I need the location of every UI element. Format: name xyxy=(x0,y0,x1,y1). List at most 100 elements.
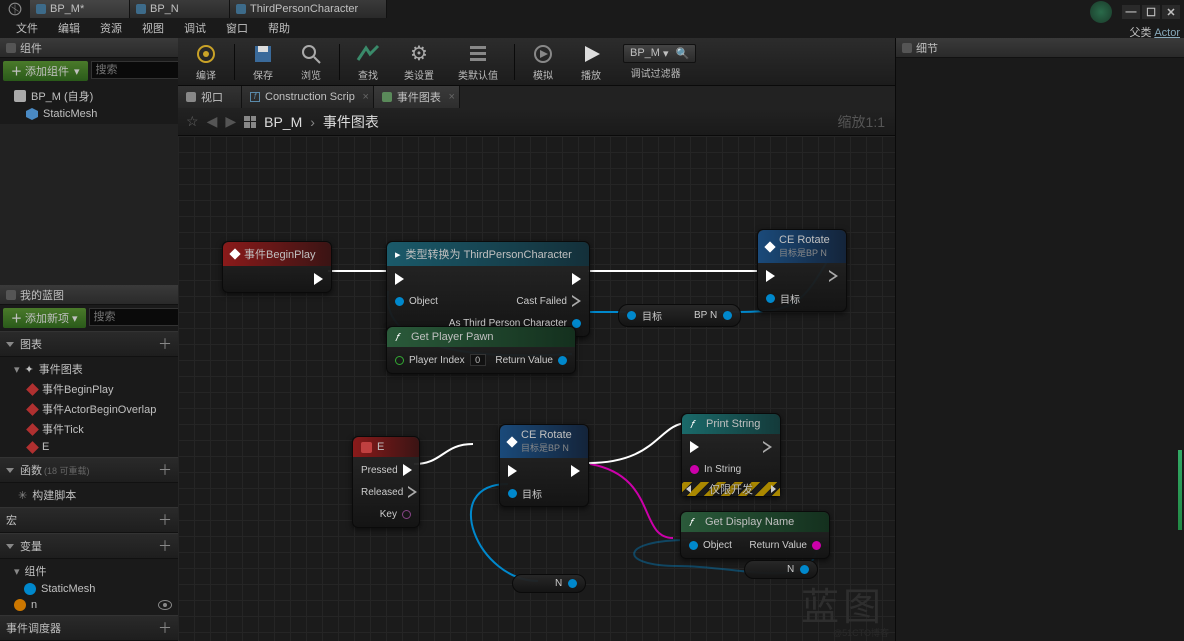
node-begin-play[interactable]: 事件BeginPlay xyxy=(222,241,332,293)
close-icon[interactable]: × xyxy=(362,91,368,103)
add-macro-button[interactable]: ＋ xyxy=(158,510,172,530)
var-n[interactable]: n xyxy=(0,597,178,613)
menu-asset[interactable]: 资源 xyxy=(90,18,132,38)
add-component-button[interactable]: ＋添加组件▾ xyxy=(3,61,88,81)
add-new-button[interactable]: ＋添加新项▾ xyxy=(3,308,86,328)
event-e[interactable]: E xyxy=(0,439,178,455)
browse-button[interactable]: 浏览 xyxy=(287,40,335,84)
event-tick[interactable]: 事件Tick xyxy=(0,419,178,439)
doc-tab-bpn[interactable]: BP_N xyxy=(130,0,230,18)
class-defaults-button[interactable]: 类默认值 xyxy=(446,40,510,84)
node-input-e[interactable]: E Pressed Released Key xyxy=(352,436,420,528)
close-button[interactable]: ✕ xyxy=(1162,5,1180,19)
reroute-target[interactable]: 目标 BP N xyxy=(618,304,741,327)
doc-tab-bpm[interactable]: BP_M* xyxy=(30,0,130,18)
exec-in-pin[interactable] xyxy=(690,441,699,453)
exec-out-pin[interactable] xyxy=(763,441,772,453)
save-button[interactable]: 保存 xyxy=(239,40,287,84)
key-pin[interactable] xyxy=(402,510,411,519)
component-staticmesh[interactable]: StaticMesh xyxy=(0,106,178,122)
play-button[interactable]: 播放 xyxy=(567,40,615,84)
menu-view[interactable]: 视图 xyxy=(132,18,174,38)
in-pin[interactable] xyxy=(627,311,636,320)
grid-icon[interactable] xyxy=(244,116,256,128)
graph-canvas[interactable]: 事件BeginPlay ▸类型转换为 ThirdPersonCharacter … xyxy=(178,136,895,641)
return-pin[interactable] xyxy=(812,541,821,550)
menu-window[interactable]: 窗口 xyxy=(216,18,258,38)
menu-debug[interactable]: 调试 xyxy=(174,18,216,38)
cat-macros[interactable]: 宏＋ xyxy=(0,507,178,533)
cat-dispatchers[interactable]: 事件调度器＋ xyxy=(0,615,178,641)
exec-in-pin[interactable] xyxy=(766,270,775,282)
reroute-n-1[interactable]: N xyxy=(512,574,586,593)
cat-variables[interactable]: 变量＋ xyxy=(0,533,178,559)
compile-button[interactable]: 编译 xyxy=(182,40,230,84)
exec-in-pin[interactable] xyxy=(508,465,517,477)
crumb-asset[interactable]: BP_M xyxy=(264,114,302,130)
parent-class-label[interactable]: 父类 Actor xyxy=(1130,24,1180,40)
exec-out-pin[interactable] xyxy=(314,273,323,285)
add-function-button[interactable]: ＋ xyxy=(158,460,172,480)
components-header[interactable]: 组件 xyxy=(0,38,178,58)
menu-help[interactable]: 帮助 xyxy=(258,18,300,38)
exec-out-pin[interactable] xyxy=(571,465,580,477)
details-header[interactable]: 细节 xyxy=(896,38,1184,58)
crumb-graph[interactable]: 事件图表 xyxy=(323,112,379,132)
class-settings-button[interactable]: ⚙类设置 xyxy=(392,40,446,84)
tab-viewport[interactable]: 视口 xyxy=(178,86,242,108)
node-ce-rotate-top[interactable]: CE Rotate目标是BP N 目标 xyxy=(757,229,847,312)
var-group-components[interactable]: ▾组件 xyxy=(0,561,178,581)
exec-failed-pin[interactable] xyxy=(572,295,581,307)
exec-in-pin[interactable] xyxy=(395,273,404,285)
component-root[interactable]: BP_M (自身) xyxy=(0,86,178,106)
graph-eventgraph[interactable]: ▾✦事件图表 xyxy=(0,359,178,379)
pressed-pin[interactable] xyxy=(403,464,412,476)
node-cast[interactable]: ▸类型转换为 ThirdPersonCharacter ObjectCast F… xyxy=(386,241,590,337)
simulate-button[interactable]: 模拟 xyxy=(519,40,567,84)
node-ce-rotate-mid[interactable]: CE Rotate目标是BP N 目标 xyxy=(499,424,589,507)
released-pin[interactable] xyxy=(408,486,417,498)
marketplace-icon[interactable] xyxy=(1090,1,1112,23)
index-pin[interactable] xyxy=(395,356,404,365)
event-beginplay[interactable]: 事件BeginPlay xyxy=(0,379,178,399)
play-target-combo[interactable]: BP_M▾🔍 xyxy=(623,44,696,63)
node-print-string[interactable]: 𝑓Print String In String 仅限开发 xyxy=(681,413,781,497)
add-graph-button[interactable]: ＋ xyxy=(158,334,172,354)
out-pin[interactable] xyxy=(568,579,577,588)
minimize-button[interactable]: — xyxy=(1122,5,1140,19)
tab-construction[interactable]: fConstruction Scrip× xyxy=(242,86,374,108)
out-pin[interactable] xyxy=(723,311,732,320)
exec-out-pin[interactable] xyxy=(572,273,581,285)
cat-graphs[interactable]: 图表＋ xyxy=(0,331,178,357)
dev-only-stripe[interactable]: 仅限开发 xyxy=(682,482,780,496)
target-pin[interactable] xyxy=(766,294,775,303)
myblueprint-header[interactable]: 我的蓝图 xyxy=(0,285,178,305)
cat-functions[interactable]: 函数(18 可重载)＋ xyxy=(0,457,178,483)
object-pin[interactable] xyxy=(395,297,404,306)
object-pin[interactable] xyxy=(689,541,698,550)
favorite-icon[interactable]: ☆ xyxy=(186,113,199,130)
exec-out-pin[interactable] xyxy=(829,270,838,282)
instring-pin[interactable] xyxy=(690,465,699,474)
var-staticmesh[interactable]: StaticMesh xyxy=(0,581,178,597)
return-pin[interactable] xyxy=(558,356,567,365)
node-get-player-pawn[interactable]: 𝑓Get Player Pawn Player Index0Return Val… xyxy=(386,326,576,374)
add-dispatcher-button[interactable]: ＋ xyxy=(158,618,172,638)
find-button[interactable]: 查找 xyxy=(344,40,392,84)
close-icon[interactable]: × xyxy=(448,91,454,103)
nav-back-icon[interactable]: ◀ xyxy=(207,113,218,130)
maximize-button[interactable]: ☐ xyxy=(1142,5,1160,19)
nav-fwd-icon[interactable]: ▶ xyxy=(225,113,236,130)
node-get-display-name[interactable]: 𝑓Get Display Name ObjectReturn Value xyxy=(680,511,830,559)
add-variable-button[interactable]: ＋ xyxy=(158,536,172,556)
tab-event-graph[interactable]: 事件图表× xyxy=(374,86,460,108)
event-icon xyxy=(26,403,39,416)
visibility-icon[interactable] xyxy=(158,600,172,610)
doc-tab-tpc[interactable]: ThirdPersonCharacter xyxy=(230,0,387,18)
function-construction[interactable]: ✳构建脚本 xyxy=(0,485,178,505)
menu-file[interactable]: 文件 xyxy=(6,18,48,38)
out-pin[interactable] xyxy=(800,565,809,574)
target-pin[interactable] xyxy=(508,489,517,498)
event-beginoverlap[interactable]: 事件ActorBeginOverlap xyxy=(0,399,178,419)
menu-edit[interactable]: 编辑 xyxy=(48,18,90,38)
